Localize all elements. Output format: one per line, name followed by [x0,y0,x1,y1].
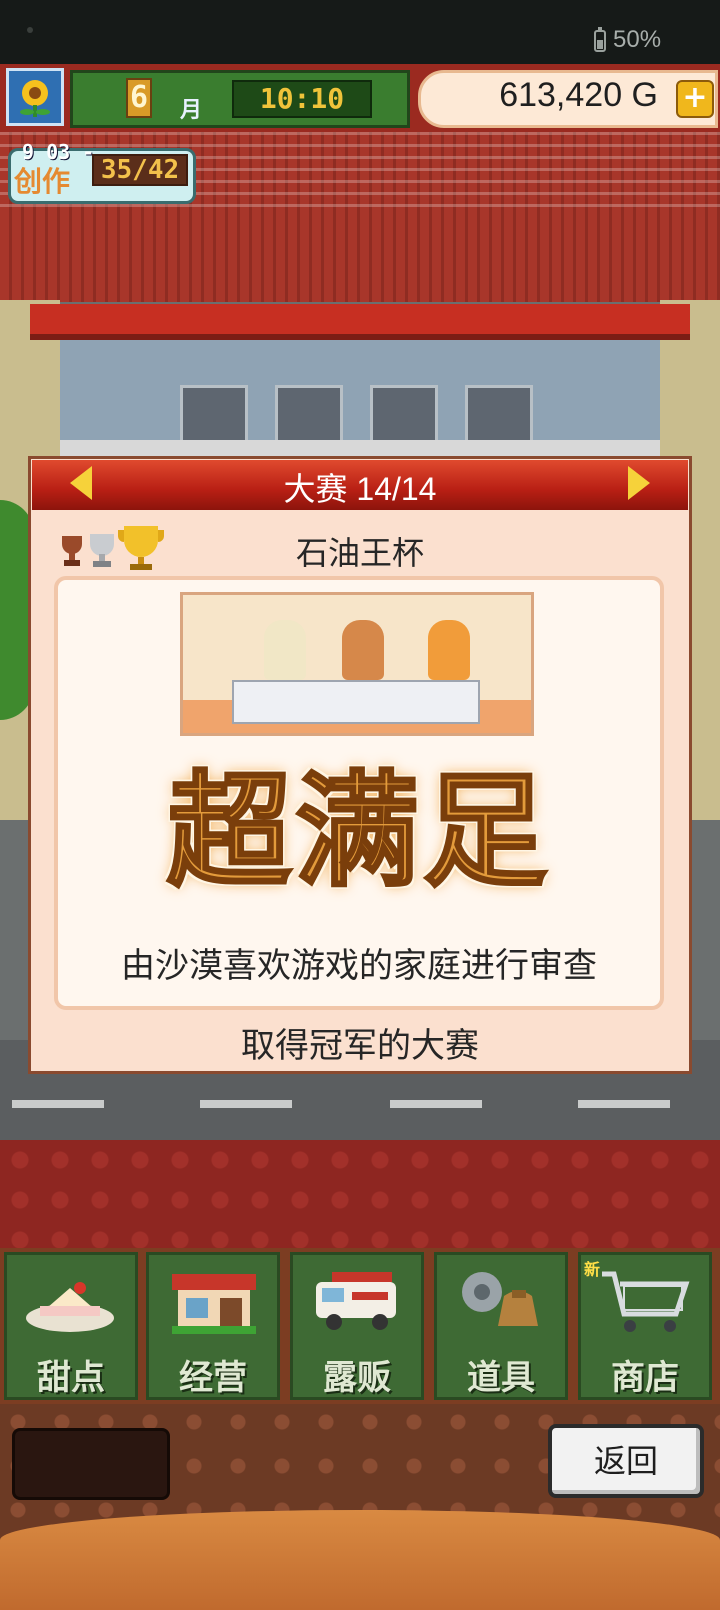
dialog-footer: 取得冠军的大赛 [241,1026,479,1066]
new-badge: 新 [584,1260,601,1279]
judges-table [232,680,480,724]
judge-description: 由沙漠喜欢游戏的家庭进行审查 [121,946,597,986]
contest-title: 大赛 14/14 [283,471,437,507]
money-amount: 613,420 G [499,76,658,114]
menu-label-dessert: 甜点 [37,1358,105,1398]
items-icon [462,1272,538,1326]
cart-icon [602,1271,690,1332]
menu-label-store: 商店 [611,1358,679,1398]
result-rating: 超满足 [165,760,551,904]
road-marking [12,1100,104,1108]
cake-icon [26,1282,114,1332]
creation-label: 创作 [14,165,71,198]
creation-count: 35/42 [92,154,188,186]
status-dot [27,27,33,33]
road-marking [200,1100,292,1108]
oven [465,385,533,445]
battery-icon [594,27,606,52]
oven [275,385,343,445]
sunflower-icon[interactable] [6,68,64,126]
red-carpet [0,1140,720,1250]
judge-character [342,620,384,680]
cup-name: 石油王杯 [295,534,424,572]
menu-label-food-truck: 露贩 [323,1358,391,1398]
food-truck-icon [316,1272,396,1330]
menu-label-items: 道具 [467,1358,535,1398]
road-marking [390,1100,482,1108]
oven [180,385,248,445]
battery-percent: 50% [613,26,662,53]
tray-wood [0,1510,720,1610]
road-marking [578,1100,670,1108]
clock: 10:10 [232,80,372,118]
back-button[interactable]: 返回 [548,1424,704,1498]
oven [370,385,438,445]
sunflower-graphic [20,80,50,117]
add-money-button[interactable]: + [676,80,714,118]
status-bar [0,0,720,64]
empty-slot [12,1428,170,1500]
month-label: 月 [180,98,203,123]
shop-awning [30,304,690,340]
shop-icon [172,1274,256,1334]
month-number: 6 [126,78,152,118]
judge-character [428,620,470,680]
next-arrow-icon[interactable] [628,466,650,500]
judge-character [264,620,306,680]
menu-label-management: 经营 [179,1358,247,1398]
